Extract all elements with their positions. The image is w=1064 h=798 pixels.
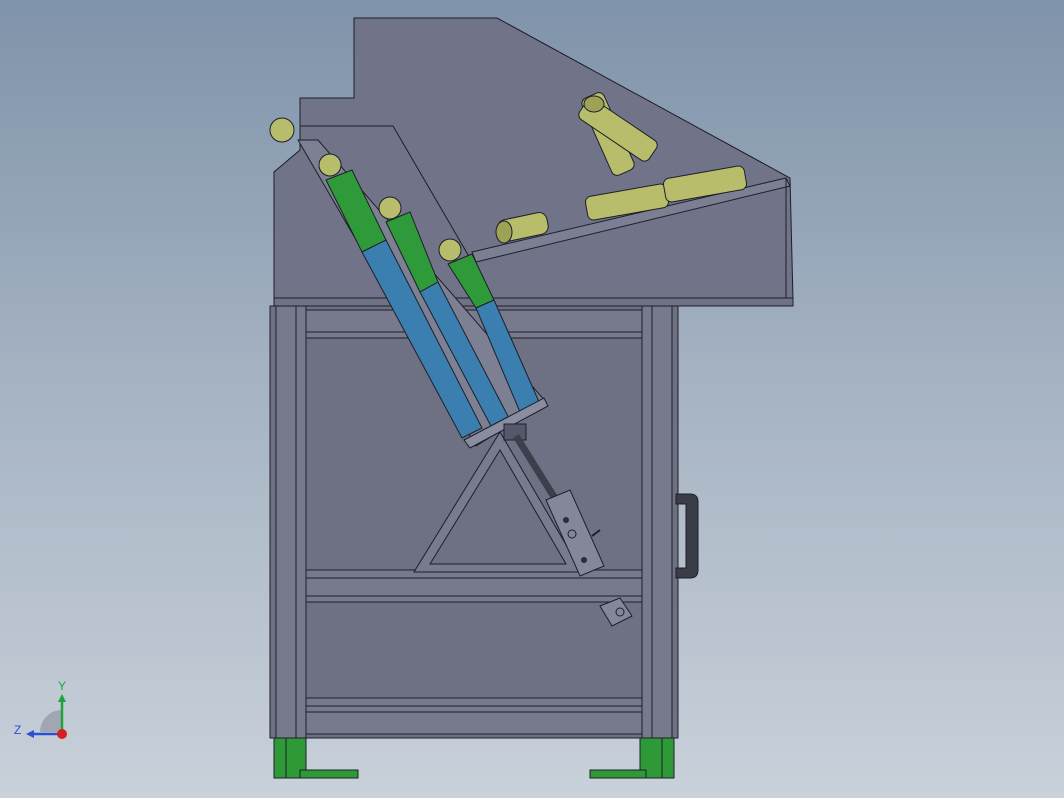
cylinder-bolt-3 [581,557,587,563]
cad-graphics-viewport[interactable]: Y Z [0,0,1064,798]
z-axis-label: Z [14,723,21,737]
x-axis-dot-icon [57,729,67,739]
cabinet-handle[interactable] [675,493,699,579]
bottom-rail[interactable] [305,697,643,735]
hopper-base-plate[interactable] [273,297,794,307]
triad-arc-icon [40,710,62,732]
right-frame-post[interactable] [641,305,673,739]
hopper-side-panel[interactable] [273,17,794,301]
middle-rail[interactable] [305,569,643,603]
right-foot[interactable] [589,737,675,779]
tube-short-end [495,220,513,244]
y-axis-label: Y [58,679,66,693]
left-foot[interactable] [273,737,359,779]
left-frame-post[interactable] [275,305,307,739]
y-axis-arrowhead-icon [58,694,66,702]
tube-end-cap-1[interactable] [269,117,295,143]
axis-triad-icon[interactable]: Y Z [10,678,80,748]
tube-end-cap-3[interactable] [378,196,402,220]
z-axis-arrowhead-icon [26,730,34,738]
tube-end-cap-2[interactable] [318,153,342,177]
tube-end-cap-4[interactable] [438,238,462,262]
tube-cross-end [583,95,605,113]
machine-side-view-model[interactable] [0,0,1064,798]
cylinder-bolt-1 [563,517,569,523]
